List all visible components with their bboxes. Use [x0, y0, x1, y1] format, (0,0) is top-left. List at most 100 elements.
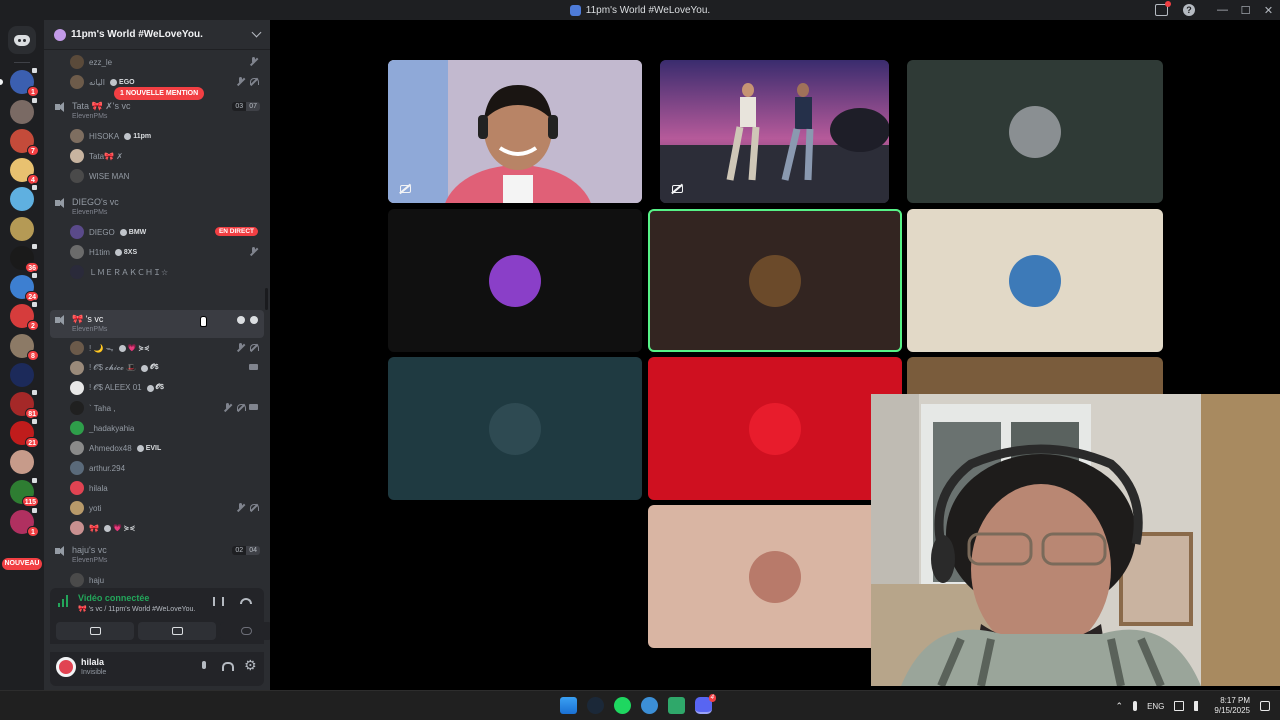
server-icon[interactable]: 2 — [10, 300, 39, 331]
voice-member[interactable]: ! 𝓞$ 𝓬𝓱𝓲𝓬𝓸 🎩 𝓞$ — [50, 358, 264, 378]
server-icon[interactable] — [10, 217, 34, 241]
participant-tile[interactable] — [907, 209, 1163, 352]
voice-member[interactable]: yoti — [50, 498, 264, 518]
camera-off-icon — [400, 185, 411, 193]
voice-member[interactable]: WISE MAN — [50, 166, 264, 186]
volume-icon[interactable] — [1194, 701, 1204, 711]
voice-member[interactable]: 🎀 💗 ⋟⋞ — [50, 518, 264, 538]
user-name[interactable]: hilala — [81, 657, 104, 667]
spotify-icon[interactable] — [614, 697, 631, 714]
voice-member[interactable]: Ahmedox48 EVIL — [50, 438, 264, 458]
clan-badge-icon — [146, 384, 154, 392]
discord-home-button[interactable] — [8, 26, 36, 54]
browser-icon[interactable] — [641, 697, 658, 714]
user-avatar[interactable] — [56, 657, 76, 677]
close-button[interactable]: ✕ — [1257, 4, 1280, 17]
chat-icon[interactable] — [237, 316, 245, 324]
member-clan-tag: 8XS — [114, 248, 137, 256]
voice-channel: haju's vc ElevenPMs 02 04 haju — [50, 544, 264, 590]
voice-member[interactable]: ezz_le — [50, 52, 264, 72]
voice-channel-header[interactable]: Tata 🎀 ✗'s vc ElevenPMs 03 07 — [50, 100, 264, 126]
clock[interactable]: 8:17 PM 9/15/2025 — [1214, 696, 1250, 716]
member-name: 🎀 — [89, 523, 99, 533]
voice-member[interactable]: hilala — [50, 478, 264, 498]
participant-tile[interactable] — [648, 505, 902, 648]
camera-off-icon — [89, 627, 101, 635]
server-icon[interactable] — [10, 450, 34, 474]
voice-status[interactable]: Vidéo connectée — [78, 593, 149, 603]
member-avatar — [70, 381, 84, 395]
voice-member[interactable]: ` Taha , — [50, 398, 264, 418]
server-icon[interactable] — [10, 363, 34, 387]
noise-suppression-icon[interactable] — [213, 597, 224, 606]
help-icon[interactable]: ? — [1183, 4, 1195, 16]
notification-icon[interactable] — [1260, 701, 1270, 711]
server-icon[interactable]: 21 — [10, 417, 39, 448]
participant-tile[interactable] — [388, 209, 642, 352]
gear-icon[interactable] — [244, 658, 257, 674]
member-clan-tag: EGO — [110, 78, 135, 86]
disconnect-icon[interactable] — [240, 598, 252, 604]
server-icon[interactable]: 115 — [10, 476, 39, 507]
voice-channel-header[interactable]: haju's vc ElevenPMs 02 04 — [50, 544, 264, 570]
channel-sidebar: 11pm's World #WeLoveYou. 1 NOUVELLE MENT… — [44, 20, 270, 690]
microphone-icon[interactable] — [198, 661, 210, 673]
voice-channel-header[interactable]: DIEGO's vc ElevenPMs — [50, 196, 264, 222]
voice-member[interactable]: H1tim 8XS — [50, 242, 264, 262]
new-mention-pill[interactable]: 1 NOUVELLE MENTION — [114, 87, 205, 100]
clan-badge-icon — [136, 444, 144, 452]
windows-start-icon[interactable] — [560, 697, 577, 714]
participant-tile[interactable] — [907, 60, 1163, 203]
server-icon[interactable] — [10, 96, 39, 124]
inbox-icon[interactable] — [1155, 1, 1171, 16]
xbox-app-icon[interactable] — [668, 697, 685, 714]
clan-tag-text: EVIL — [145, 444, 162, 452]
server-icon[interactable]: 4 — [10, 158, 39, 185]
voice-channel-header[interactable]: 🎀 's vc ElevenPMs — [50, 310, 264, 338]
maximize-button[interactable]: ☐ — [1234, 4, 1257, 17]
voice-member[interactable]: Tata🎀 ✗ — [50, 146, 264, 166]
scrollbar-thumb[interactable] — [265, 288, 268, 310]
network-icon[interactable] — [1174, 701, 1185, 711]
server-icon[interactable]: 36 — [10, 242, 39, 273]
server-icon[interactable] — [10, 183, 39, 211]
server-icon[interactable]: 7 — [10, 129, 39, 156]
voice-member[interactable]: ! 🌙 ᯓ 💗 ⋟⋞ — [50, 338, 264, 358]
voice-member[interactable]: HISOKA 11pm — [50, 126, 264, 146]
voice-member[interactable]: _hadakyahia — [50, 418, 264, 438]
tray-overflow-icon[interactable]: ⌃ — [1116, 701, 1124, 712]
invite-icon[interactable] — [250, 316, 258, 324]
server-icon[interactable]: 8 — [10, 334, 39, 361]
new-servers-pill[interactable]: NOUVEAU — [2, 558, 42, 570]
server-icon[interactable]: 1 — [10, 66, 39, 97]
minimize-button[interactable]: — — [1211, 4, 1234, 16]
guild-header[interactable]: 11pm's World #WeLoveYou. — [44, 20, 270, 50]
voice-member[interactable]: DIEGO BMW EN DIRECT — [50, 222, 264, 242]
user-limit-badge: 02 04 — [232, 546, 260, 555]
video-tile[interactable] — [660, 60, 889, 203]
camera-toggle-button[interactable] — [56, 622, 134, 640]
participant-tile[interactable] — [388, 357, 642, 500]
discord-taskbar-icon[interactable]: 4 — [695, 694, 716, 714]
screen-share-button[interactable] — [138, 622, 216, 640]
server-icon[interactable]: 81 — [10, 388, 39, 419]
voice-member[interactable]: ! 𝓞$ ALEEX 01 𝓞$ — [50, 378, 264, 398]
participant-tile[interactable] — [648, 357, 902, 500]
signal-icon[interactable] — [58, 595, 70, 607]
deafened-icon — [236, 403, 246, 412]
participant-tile[interactable] — [648, 209, 902, 352]
steam-icon[interactable] — [587, 697, 604, 714]
language-indicator[interactable]: ENG — [1147, 702, 1164, 711]
window-controls: — ☐ ✕ — [1211, 0, 1280, 20]
activities-button[interactable] — [220, 622, 270, 640]
voice-channel-path[interactable]: 🎀 's vc / 11pm's World #WeLoveYou. — [78, 605, 195, 613]
headphones-icon[interactable] — [221, 661, 234, 673]
mic-tray-icon[interactable] — [1133, 701, 1138, 711]
voice-member[interactable]: haju — [50, 570, 264, 590]
server-icon[interactable]: 24 — [10, 271, 39, 302]
voice-member[interactable]: arthur.294 — [50, 458, 264, 478]
video-tile[interactable] — [388, 60, 642, 203]
chevron-down-icon[interactable] — [251, 27, 262, 38]
server-icon[interactable]: 1 — [10, 506, 39, 537]
voice-member[interactable]: ＬＭＥＲＡＫＣＨＩ☆ — [50, 262, 264, 282]
